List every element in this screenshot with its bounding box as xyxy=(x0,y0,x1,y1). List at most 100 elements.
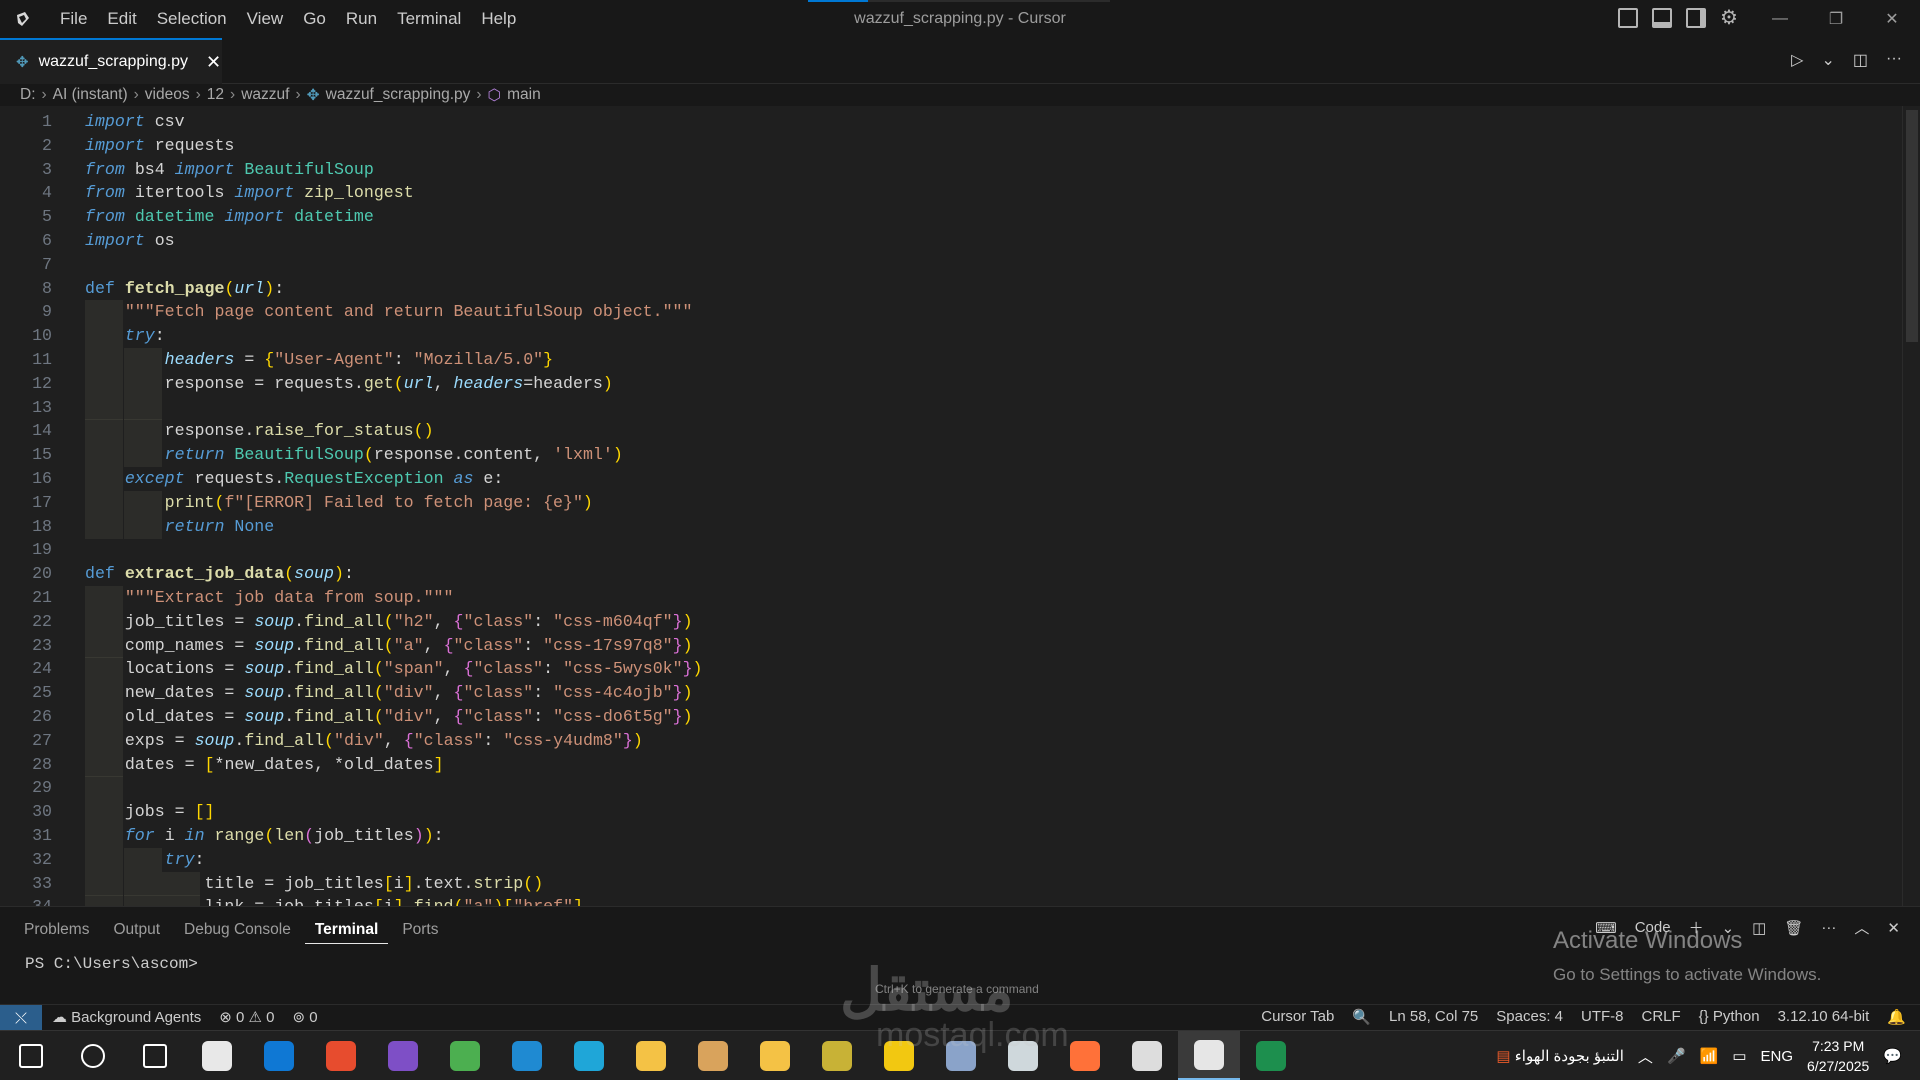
editor-scrollbar[interactable] xyxy=(1902,106,1920,906)
input-language[interactable]: ENG xyxy=(1761,1048,1794,1065)
microphone-icon[interactable]: 🎤 xyxy=(1667,1047,1686,1065)
code-line[interactable]: 34 link = job_titles[i].find("a")["href"… xyxy=(0,895,1900,906)
menu-selection[interactable]: Selection xyxy=(147,0,237,38)
settings-gear-icon[interactable]: ⚙ xyxy=(1720,8,1740,28)
code-line[interactable]: 15 return BeautifulSoup(response.content… xyxy=(0,443,1900,468)
encoding[interactable]: UTF-8 xyxy=(1581,1008,1624,1026)
code-editor[interactable]: 1 import csv 2 import requests 3 from bs4 imp… xyxy=(0,106,1920,906)
scrollbar-thumb[interactable] xyxy=(1906,110,1918,342)
language-mode[interactable]: {} Python xyxy=(1699,1008,1760,1026)
store-icon[interactable] xyxy=(186,1031,248,1080)
search-icon[interactable] xyxy=(62,1031,124,1080)
code-line[interactable]: 11 headers = {"User-Agent": "Mozilla/5.0… xyxy=(0,348,1900,372)
clock[interactable]: 7:23 PM 6/27/2025 xyxy=(1807,1036,1869,1076)
menu-file[interactable]: File xyxy=(50,0,97,38)
code-line[interactable]: 9 """Fetch page content and return Beaut… xyxy=(0,300,1900,325)
tab-terminal[interactable]: Terminal xyxy=(304,917,389,944)
office-icon[interactable] xyxy=(310,1031,372,1080)
minimize-icon[interactable]: — xyxy=(1752,0,1808,38)
breadcrumb-item[interactable]: 12 xyxy=(207,86,224,104)
outlook-icon[interactable] xyxy=(248,1031,310,1080)
run-dropdown-chevron-icon[interactable]: ⌄ xyxy=(1821,50,1834,70)
cursor-tab-status[interactable]: Cursor Tab xyxy=(1261,1008,1334,1026)
cursor-icon[interactable] xyxy=(1178,1031,1240,1080)
cursor-logo-icon[interactable] xyxy=(12,8,34,30)
split-editor-icon[interactable]: ◫ xyxy=(1853,50,1868,70)
code-line[interactable]: 30 jobs = [] xyxy=(0,800,1900,825)
code-line[interactable]: 33 title = job_titles[i].text.strip() xyxy=(0,871,1900,896)
excel-icon[interactable] xyxy=(1240,1031,1302,1080)
menu-help[interactable]: Help xyxy=(471,0,526,38)
close-tab-icon[interactable]: ✕ xyxy=(206,52,221,73)
ports-count[interactable]: ⊚ 0 xyxy=(293,1008,318,1026)
code-line[interactable]: 18 return None xyxy=(0,514,1900,539)
restore-icon[interactable]: ❐ xyxy=(1808,0,1864,38)
cursor-position[interactable]: Ln 58, Col 75 xyxy=(1389,1008,1478,1026)
code-line[interactable]: 10 try: xyxy=(0,324,1900,349)
tab-debug-console[interactable]: Debug Console xyxy=(174,917,301,944)
notification-center-icon[interactable]: 💬 xyxy=(1883,1047,1902,1065)
toggle-primary-sidebar-icon[interactable] xyxy=(1618,8,1638,28)
run-icon[interactable]: ▷ xyxy=(1791,50,1803,70)
vscode-icon[interactable] xyxy=(496,1031,558,1080)
code-line[interactable]: 28 dates = [*new_dates, *old_dates] xyxy=(0,752,1900,777)
zoom-icon[interactable]: 🔍 xyxy=(1352,1008,1371,1026)
code-line[interactable]: 1 import csv xyxy=(0,110,1900,134)
code-line[interactable]: 26 old_dates = soup.find_all("div", {"cl… xyxy=(0,705,1900,729)
tab-problems[interactable]: Problems xyxy=(14,917,99,944)
code-line[interactable]: 20 def extract_job_data(soup): xyxy=(0,562,1900,586)
menu-edit[interactable]: Edit xyxy=(97,0,146,38)
menu-run[interactable]: Run xyxy=(336,0,387,38)
code-line[interactable]: 21 """Extract job data from soup.""" xyxy=(0,586,1900,610)
maximize-panel-icon[interactable]: ︿ xyxy=(1854,917,1869,938)
menu-terminal[interactable]: Terminal xyxy=(387,0,471,38)
terminal-prompt[interactable]: PS C:\Users\ascom> xyxy=(25,955,198,973)
code-line[interactable]: 14 response.raise_for_status() xyxy=(0,419,1900,444)
close-window-icon[interactable]: ✕ xyxy=(1864,0,1920,38)
code-line[interactable]: 27 exps = soup.find_all("div", {"class":… xyxy=(0,728,1900,753)
code-line[interactable]: 4 from itertools import zip_longest xyxy=(0,181,1900,205)
toggle-secondary-sidebar-icon[interactable] xyxy=(1686,8,1706,28)
background-agents[interactable]: ☁ Background Agents xyxy=(52,1008,201,1026)
code-line[interactable]: 19 xyxy=(0,538,1900,562)
edge-icon[interactable] xyxy=(558,1031,620,1080)
toggle-panel-icon[interactable] xyxy=(1652,8,1672,28)
photos-icon[interactable] xyxy=(620,1031,682,1080)
windows-start-icon[interactable] xyxy=(0,1031,62,1080)
game-icon[interactable] xyxy=(682,1031,744,1080)
breadcrumb-item[interactable]: D: xyxy=(20,86,36,104)
code-line[interactable]: 31 for i in range(len(job_titles)): xyxy=(0,824,1900,848)
breadcrumb-item[interactable]: videos xyxy=(145,86,190,104)
tab-wazzuf-scrapping[interactable]: ✥ wazzuf_scrapping.py ✕ xyxy=(0,38,222,84)
indentation[interactable]: Spaces: 4 xyxy=(1496,1008,1563,1026)
notifications-bell-icon[interactable]: 🔔 xyxy=(1887,1008,1906,1026)
code-line[interactable]: 8 def fetch_page(url): xyxy=(0,277,1900,301)
code-line[interactable]: 32 try: xyxy=(0,847,1900,872)
code-line[interactable]: 5 from datetime import datetime xyxy=(0,205,1900,229)
weather-widget[interactable]: ▤ التنبؤ بجودة الهواء xyxy=(1496,1047,1624,1065)
tools-icon[interactable] xyxy=(806,1031,868,1080)
code-line[interactable]: 24 locations = soup.find_all("span", {"c… xyxy=(0,657,1900,682)
battery-icon[interactable]: ▭ xyxy=(1732,1047,1746,1065)
breadcrumb-item[interactable]: wazzuf_scrapping.py xyxy=(326,86,471,104)
show-hidden-icons-chevron-icon[interactable]: ︿ xyxy=(1638,1046,1653,1067)
visual-studio-icon[interactable] xyxy=(372,1031,434,1080)
code-line[interactable]: 29 xyxy=(0,776,1900,801)
code-line[interactable]: 17 print(f"[ERROR] Failed to fetch page:… xyxy=(0,490,1900,515)
code-line[interactable]: 12 response = requests.get(url, headers=… xyxy=(0,371,1900,396)
code-line[interactable]: 13 xyxy=(0,395,1900,420)
code-line[interactable]: 6 import os xyxy=(0,229,1900,253)
more-actions-icon[interactable]: ··· xyxy=(1821,919,1836,936)
obs-icon[interactable] xyxy=(1116,1031,1178,1080)
task-view-icon[interactable] xyxy=(124,1031,186,1080)
code-line[interactable]: 25 new_dates = soup.find_all("div", {"cl… xyxy=(0,681,1900,706)
menu-go[interactable]: Go xyxy=(293,0,336,38)
breadcrumb-item[interactable]: main xyxy=(507,86,541,104)
tab-ports[interactable]: Ports xyxy=(392,917,448,944)
code-line[interactable]: 23 comp_names = soup.find_all("a", {"cla… xyxy=(0,633,1900,658)
menu-view[interactable]: View xyxy=(237,0,294,38)
chrome-icon[interactable] xyxy=(434,1031,496,1080)
tab-output[interactable]: Output xyxy=(103,917,170,944)
code-line[interactable]: 3 from bs4 import BeautifulSoup xyxy=(0,158,1900,182)
python-interpreter[interactable]: 3.12.10 64-bit xyxy=(1778,1008,1870,1026)
